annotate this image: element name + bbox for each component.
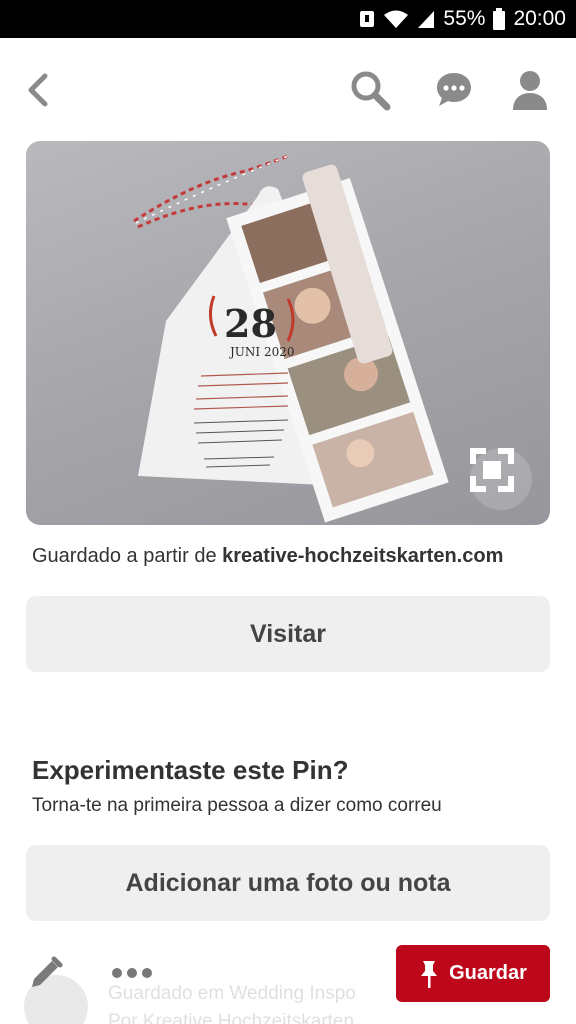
notification-icon	[359, 10, 375, 28]
visit-button[interactable]: Visitar	[26, 596, 550, 672]
signal-icon	[417, 9, 435, 29]
tried-pin-subtitle: Torna-te na primeira pessoa a dizer como…	[32, 795, 442, 816]
pin-image[interactable]: 28 JUNI 2020	[26, 141, 550, 525]
more-dot-icon	[127, 968, 137, 978]
status-time: 20:00	[513, 7, 566, 30]
pencil-icon	[32, 956, 63, 987]
invitation-date-number: 28	[224, 301, 277, 346]
back-button[interactable]	[16, 68, 60, 112]
status-bar: 55% 20:00	[0, 0, 576, 38]
faded-author-text: Por Kreative Hochzeitskarten	[108, 1011, 355, 1024]
messages-button[interactable]	[432, 68, 476, 112]
tried-pin-title: Experimentaste este Pin?	[32, 755, 349, 785]
search-button[interactable]	[348, 68, 392, 112]
edit-button[interactable]	[28, 955, 64, 991]
wifi-icon	[383, 9, 409, 29]
expand-image-button[interactable]	[470, 448, 532, 510]
battery-percent: 55%	[443, 7, 486, 30]
add-photo-or-note-button[interactable]: Adicionar uma foto ou nota	[26, 845, 550, 921]
save-label: Guardar	[449, 962, 527, 984]
more-options-button[interactable]	[112, 963, 156, 983]
source-domain-link[interactable]: kreative-hochzeitskarten.com	[222, 545, 503, 567]
chat-bubble-icon	[437, 73, 471, 106]
pushpin-icon	[421, 960, 438, 988]
faded-saved-board-text: Guardado em Wedding Inspo	[108, 983, 356, 1004]
profile-button[interactable]	[508, 68, 552, 112]
more-dot-icon	[112, 968, 122, 978]
bottom-action-bar: Guardado em Wedding Inspo Por Kreative H…	[0, 935, 576, 1024]
expand-icon	[470, 448, 514, 492]
saved-from-prefix: Guardado a partir de	[32, 545, 217, 567]
saved-from-text: Guardado a partir de kreative-hochzeitsk…	[32, 545, 503, 568]
more-dot-icon	[142, 968, 152, 978]
save-pin-button[interactable]: Guardar	[396, 945, 550, 1002]
top-navigation	[0, 38, 576, 138]
back-arrow-icon	[28, 73, 48, 107]
battery-icon	[493, 8, 506, 30]
search-icon	[351, 71, 391, 111]
profile-icon	[513, 71, 547, 110]
invitation-month: JUNI 2020	[228, 345, 295, 359]
